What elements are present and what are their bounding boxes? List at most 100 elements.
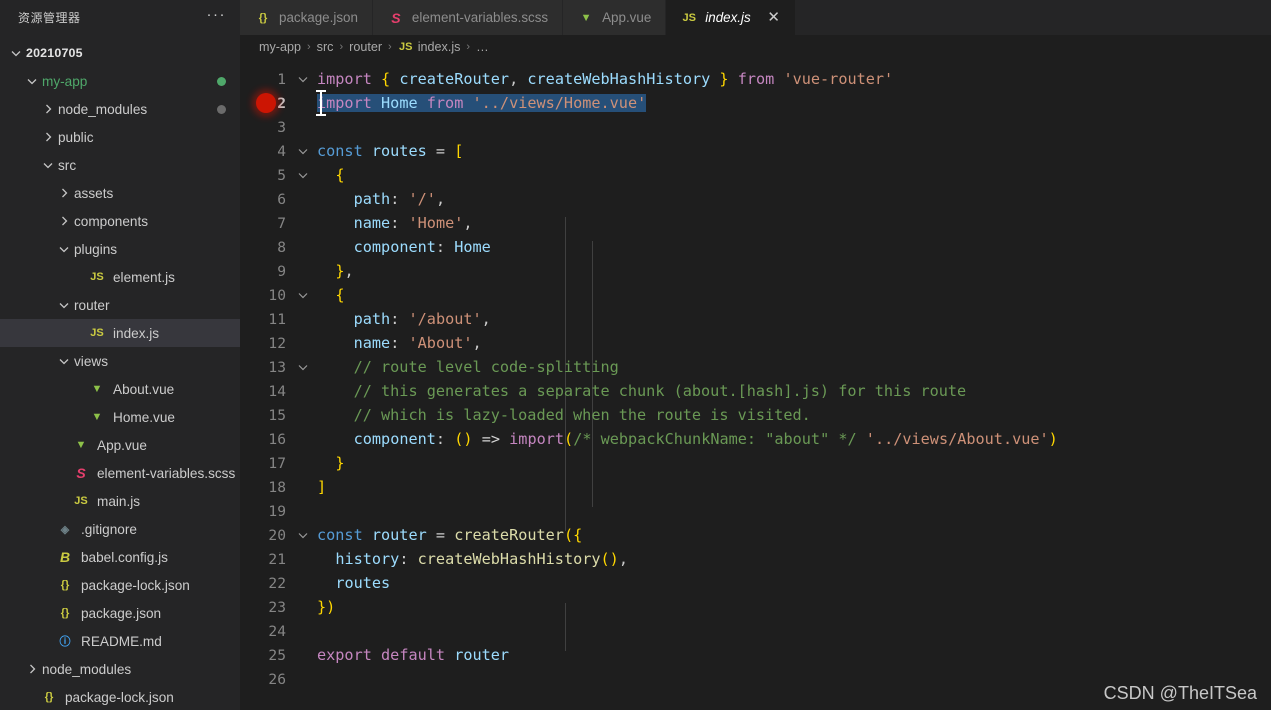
tab-bar[interactable]: {} package.json Selement-variables.scss ▼ Ap…	[240, 0, 1271, 35]
code-line-21[interactable]: 21 history: createWebHashHistory(),	[240, 547, 1271, 571]
code-line-15[interactable]: 15 // which is lazy-loaded when the rout…	[240, 403, 1271, 427]
code-line-6[interactable]: 6 path: '/',	[240, 187, 1271, 211]
breadcrumb-item-router[interactable]: router	[349, 40, 382, 54]
code-line-14[interactable]: 14 // this generates a separate chunk (a…	[240, 379, 1271, 403]
tree-item-views[interactable]: views	[0, 347, 240, 375]
code-text: // which is lazy-loaded when the route i…	[353, 406, 811, 424]
tab-index-js[interactable]: JS index.js ✕	[666, 0, 796, 35]
breadcrumb-item-my-app[interactable]: my-app	[259, 40, 301, 54]
code-line-17[interactable]: 17 }	[240, 451, 1271, 475]
tree-item-public[interactable]: public	[0, 123, 240, 151]
json-file-icon: {}	[44, 691, 54, 703]
tree-item-src[interactable]: src	[0, 151, 240, 179]
fold-chevron-down-icon[interactable]	[292, 73, 314, 85]
scss-file-icon: S	[391, 9, 401, 26]
tree-item-app.vue[interactable]: ▼ App.vue	[0, 431, 240, 459]
chevron-down-icon[interactable]	[24, 75, 40, 87]
tree-item-router[interactable]: router	[0, 291, 240, 319]
tree-item-about.vue[interactable]: ▼ About.vue	[0, 375, 240, 403]
chevron-right-icon[interactable]	[40, 103, 56, 115]
tree-item-index.js[interactable]: JS index.js	[0, 319, 240, 347]
code-line-24[interactable]: 24	[240, 619, 1271, 643]
fold-chevron-down-icon[interactable]	[292, 169, 314, 181]
code-line-9[interactable]: 9 },	[240, 259, 1271, 283]
tree-item-package-lock.json[interactable]: {} package-lock.json	[0, 683, 240, 710]
tree-item-label: .gitignore	[81, 521, 137, 537]
gitignore-file-icon: ◈	[60, 523, 70, 536]
breadcrumb-separator: ›	[388, 41, 392, 53]
chevron-down-icon[interactable]	[8, 47, 24, 59]
tab-app-vue[interactable]: ▼ App.vue	[563, 0, 667, 35]
tab-package-json[interactable]: {} package.json	[240, 0, 373, 35]
fold-chevron-down-icon[interactable]	[292, 361, 314, 373]
fold-chevron-down-icon[interactable]	[292, 529, 314, 541]
chevron-down-icon[interactable]	[56, 355, 72, 367]
tree-item-assets[interactable]: assets	[0, 179, 240, 207]
fold-chevron-down-icon[interactable]	[292, 289, 314, 301]
code-line-12[interactable]: 12 name: 'About',	[240, 331, 1271, 355]
tree-item-package.json[interactable]: {} package.json	[0, 599, 240, 627]
tree-item-.gitignore[interactable]: ◈ .gitignore	[0, 515, 240, 543]
chevron-right-icon[interactable]	[56, 215, 72, 227]
markdown-file-icon: ⓘ	[59, 636, 71, 648]
breadcrumb[interactable]: my-app › src › router › JS index.js ›…	[240, 35, 1271, 59]
chevron-down-icon[interactable]	[56, 299, 72, 311]
tree-item-home.vue[interactable]: ▼ Home.vue	[0, 403, 240, 431]
tree-item-20210705[interactable]: 20210705	[0, 39, 240, 67]
chevron-right-icon[interactable]	[40, 131, 56, 143]
chevron-right-icon[interactable]	[24, 663, 40, 675]
code-line-5[interactable]: 5 {	[240, 163, 1271, 187]
tree-item-node_modules[interactable]: node_modules	[0, 95, 240, 123]
code-line-18[interactable]: 18]	[240, 475, 1271, 499]
tree-item-plugins[interactable]: plugins	[0, 235, 240, 263]
code-line-8[interactable]: 8 component: Home	[240, 235, 1271, 259]
code-text: }	[335, 454, 345, 472]
tree-item-label: README.md	[81, 633, 162, 649]
tree-item-my-app[interactable]: my-app	[0, 67, 240, 95]
code-line-1[interactable]: 1 import { createRouter, createWebHashHis…	[240, 67, 1271, 91]
code-line-4[interactable]: 4 const routes = [	[240, 139, 1271, 163]
code-text: component: () => import(/* webpackChunkN…	[353, 430, 1058, 448]
breadcrumb-item--[interactable]: …	[476, 40, 489, 54]
code-line-10[interactable]: 10 {	[240, 283, 1271, 307]
tree-item-readme.md[interactable]: ⓘ README.md	[0, 627, 240, 655]
tree-item-label: plugins	[74, 241, 118, 257]
code-line-7[interactable]: 7 name: 'Home',	[240, 211, 1271, 235]
code-line-2[interactable]: 2 import Home from '../views/Home.vue'	[240, 90, 1271, 116]
code-editor[interactable]: 1 import { createRouter, createWebHashHis…	[240, 59, 1271, 710]
close-icon[interactable]: ✕	[767, 10, 781, 25]
chevron-down-icon[interactable]	[40, 159, 56, 171]
code-line-22[interactable]: 22 routes	[240, 571, 1271, 595]
code-line-11[interactable]: 11 path: '/about',	[240, 307, 1271, 331]
tab-label: index.js	[705, 10, 751, 25]
tree-item-node_modules[interactable]: node_modules	[0, 655, 240, 683]
code-line-16[interactable]: 16 component: () => import(/* webpackChu…	[240, 427, 1271, 451]
code-line-25[interactable]: 25 export default router	[240, 643, 1271, 667]
tree-item-element-variables.scss[interactable]: Selement-variables.scss	[0, 459, 240, 487]
code-line-13[interactable]: 13 // route level code-splitting	[240, 355, 1271, 379]
code-line-19[interactable]: 19	[240, 499, 1271, 523]
tree-item-main.js[interactable]: JS main.js	[0, 487, 240, 515]
tree-item-package-lock.json[interactable]: {} package-lock.json	[0, 571, 240, 599]
tree-item-label: views	[74, 353, 108, 369]
line-number: 22	[268, 574, 286, 592]
code-line-3[interactable]: 3	[240, 115, 1271, 139]
tab-element-variables-scss[interactable]: Selement-variables.scss	[372, 0, 564, 35]
line-number: 7	[277, 214, 286, 232]
fold-chevron-down-icon[interactable]	[292, 145, 314, 157]
tree-item-components[interactable]: components	[0, 207, 240, 235]
breadcrumb-item-index-js[interactable]: index.js	[418, 40, 461, 54]
tree-item-element.js[interactable]: JS element.js	[0, 263, 240, 291]
code-line-23[interactable]: 23})	[240, 595, 1271, 619]
breakpoint-marker[interactable]	[256, 93, 276, 113]
code-line-20[interactable]: 20 const router = createRouter({	[240, 523, 1271, 547]
code-text: })	[317, 598, 336, 616]
breadcrumb-item-src[interactable]: src	[317, 40, 334, 54]
js-file-icon: JS	[90, 327, 104, 339]
more-actions-icon[interactable]: ···	[207, 7, 227, 25]
vue-file-icon: ▼	[75, 439, 87, 451]
file-tree[interactable]: 20210705 my-app node_modules public src asset…	[0, 35, 240, 710]
chevron-down-icon[interactable]	[56, 243, 72, 255]
tree-item-babel.config.js[interactable]: Bbabel.config.js	[0, 543, 240, 571]
chevron-right-icon[interactable]	[56, 187, 72, 199]
